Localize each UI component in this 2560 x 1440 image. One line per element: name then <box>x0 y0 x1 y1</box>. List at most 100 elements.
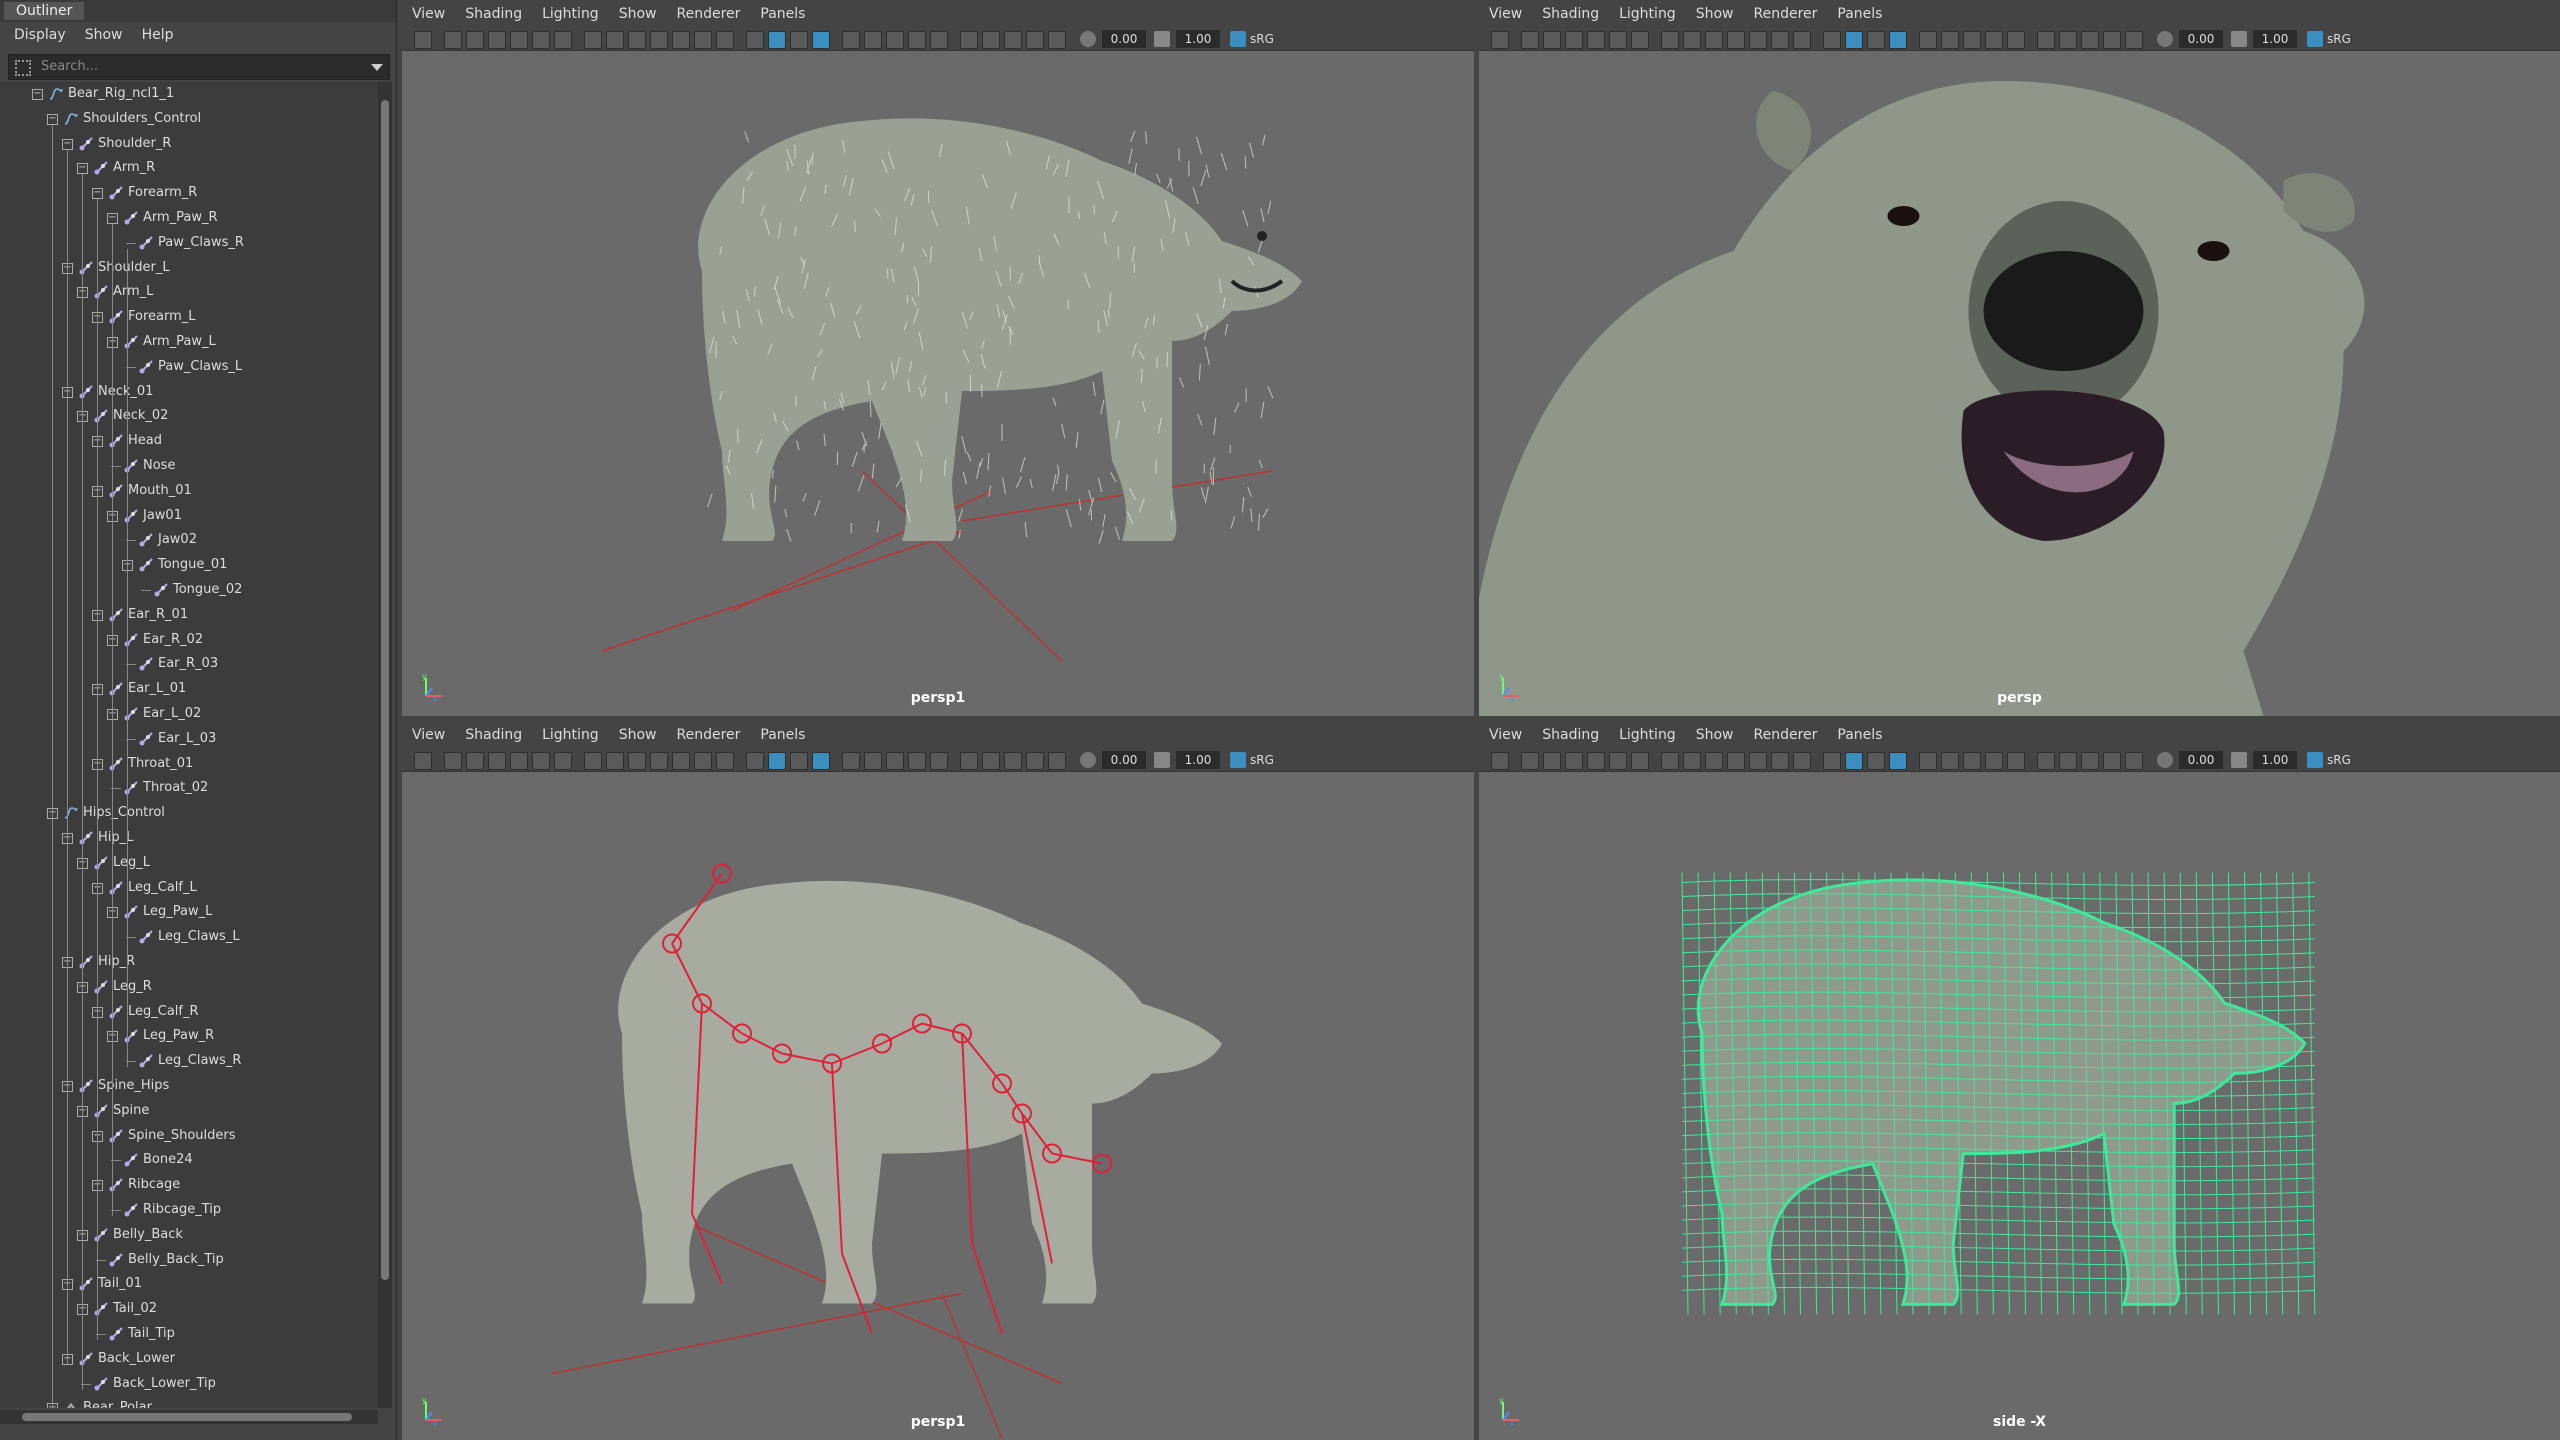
grease-pencil-icon[interactable] <box>1631 31 1649 49</box>
outliner-row[interactable]: −Ear_L_01 <box>0 677 378 701</box>
viewport-top-right[interactable]: View Shading Lighting Show Renderer Panels 0.0… <box>1479 0 2560 716</box>
shadows-icon[interactable] <box>864 31 882 49</box>
grid-icon[interactable] <box>584 31 602 49</box>
color-management-icon[interactable] <box>1230 31 1246 47</box>
grid-icon[interactable] <box>584 752 602 770</box>
exposure-field[interactable]: 0.00 <box>1102 30 1146 48</box>
collapse-toggle-icon[interactable]: − <box>32 89 43 100</box>
select-camera-icon[interactable] <box>414 752 432 770</box>
lights-icon[interactable] <box>1919 31 1937 49</box>
outliner-row[interactable]: Leg_Claws_L <box>0 925 378 949</box>
outliner-row[interactable]: −Neck_02 <box>0 404 378 428</box>
outliner-row[interactable]: −Shoulder_L <box>0 256 378 280</box>
gamma-field[interactable]: 1.00 <box>2253 30 2297 48</box>
outliner-row[interactable]: −Belly_Back <box>0 1223 378 1247</box>
outliner-row[interactable]: −Hip_R <box>0 950 378 974</box>
exposure-icon[interactable] <box>1080 752 1096 768</box>
xray-active-icon[interactable] <box>1026 31 1044 49</box>
xray-icon[interactable] <box>982 31 1000 49</box>
color-management-icon[interactable] <box>2307 752 2323 768</box>
outliner-row[interactable]: Ear_R_03 <box>0 652 378 676</box>
ambient-occlusion-icon[interactable] <box>886 752 904 770</box>
two-d-pan-icon[interactable] <box>532 752 550 770</box>
collapse-toggle-icon[interactable]: − <box>77 163 88 174</box>
viewport-menu-view[interactable]: View <box>412 721 445 749</box>
select-camera-icon[interactable] <box>1491 31 1509 49</box>
xray-icon[interactable] <box>2059 31 2077 49</box>
two-d-pan-icon[interactable] <box>1609 752 1627 770</box>
wireframe-icon[interactable] <box>1823 752 1841 770</box>
gate-mask-icon[interactable] <box>1727 752 1745 770</box>
viewport-canvas[interactable] <box>402 772 1474 1440</box>
grid-icon[interactable] <box>1661 31 1679 49</box>
collapse-toggle-icon[interactable]: − <box>47 114 58 125</box>
outliner-row[interactable]: −Spine_Shoulders <box>0 1124 378 1148</box>
outliner-row[interactable]: −Leg_Calf_R <box>0 1000 378 1024</box>
lights-icon[interactable] <box>1919 752 1937 770</box>
color-space-label[interactable]: sRG <box>1250 30 1274 48</box>
grid-icon[interactable] <box>1661 752 1679 770</box>
xray-joints-icon[interactable] <box>1004 752 1022 770</box>
exposure-field[interactable]: 0.00 <box>1102 751 1146 769</box>
outliner-row[interactable]: −Leg_Calf_L <box>0 876 378 900</box>
xray-active-icon[interactable] <box>1026 752 1044 770</box>
field-chart-icon[interactable] <box>672 752 690 770</box>
viewport-canvas[interactable] <box>402 51 1474 716</box>
viewport-top-left[interactable]: View Shading Lighting Show Renderer Panels 0.0… <box>402 0 1474 716</box>
viewport-canvas[interactable] <box>1479 51 2560 716</box>
outliner-row[interactable]: −Forearm_L <box>0 305 378 329</box>
safe-title-icon[interactable] <box>1793 752 1811 770</box>
viewport-menu-lighting[interactable]: Lighting <box>1619 721 1676 749</box>
camera-attributes-icon[interactable] <box>1543 31 1561 49</box>
viewport-menu-shading[interactable]: Shading <box>1542 721 1599 749</box>
xray-active-icon[interactable] <box>2103 752 2121 770</box>
outliner-row[interactable]: − Shoulder_R <box>0 132 378 156</box>
lights-icon[interactable] <box>842 31 860 49</box>
shadows-icon[interactable] <box>864 752 882 770</box>
outliner-row[interactable]: Ear_L_03 <box>0 727 378 751</box>
motion-blur-icon[interactable] <box>1985 752 2003 770</box>
gamma-field[interactable]: 1.00 <box>1176 30 1220 48</box>
film-gate-icon[interactable] <box>1683 31 1701 49</box>
field-chart-icon[interactable] <box>672 31 690 49</box>
outliner-row[interactable]: Back_Lower_Tip <box>0 1372 378 1396</box>
antialias-icon[interactable] <box>2007 752 2025 770</box>
viewport-menu-renderer[interactable]: Renderer <box>1753 721 1817 749</box>
antialias-icon[interactable] <box>930 752 948 770</box>
xray-icon[interactable] <box>2059 752 2077 770</box>
wireframe-icon[interactable] <box>746 31 764 49</box>
shadows-icon[interactable] <box>1941 31 1959 49</box>
bookmark-icon[interactable] <box>488 31 506 49</box>
bookmark-icon[interactable] <box>488 752 506 770</box>
motion-blur-icon[interactable] <box>1985 31 2003 49</box>
camera-attributes-icon[interactable] <box>466 752 484 770</box>
isolate-icon[interactable] <box>960 31 978 49</box>
xray-icon[interactable] <box>982 752 1000 770</box>
safe-title-icon[interactable] <box>716 31 734 49</box>
shadows-icon[interactable] <box>1941 752 1959 770</box>
viewport-menu-view[interactable]: View <box>1489 0 1522 28</box>
outliner-row[interactable]: −Leg_L <box>0 851 378 875</box>
smooth-shade-icon[interactable] <box>768 31 786 49</box>
viewport-menu-show[interactable]: Show <box>619 0 657 28</box>
outliner-row[interactable]: −Spine <box>0 1099 378 1123</box>
viewport-menu-view[interactable]: View <box>412 0 445 28</box>
image-plane-icon[interactable] <box>1587 752 1605 770</box>
viewport-menu-panels[interactable]: Panels <box>1837 0 1882 28</box>
resolution-gate-icon[interactable] <box>1705 31 1723 49</box>
exposure-icon[interactable] <box>2157 31 2173 47</box>
outliner-tab[interactable]: Outliner <box>4 2 84 20</box>
outliner-vertical-scrollbar[interactable] <box>378 82 392 1408</box>
outliner-row[interactable]: Tail_Tip <box>0 1322 378 1346</box>
grease-pencil-icon[interactable] <box>554 752 572 770</box>
wireframe-icon[interactable] <box>746 752 764 770</box>
viewport-menu-view[interactable]: View <box>1489 721 1522 749</box>
outliner-row[interactable]: −Ribcage <box>0 1173 378 1197</box>
outliner-row[interactable]: −Arm_Paw_L <box>0 330 378 354</box>
viewport-menu-panels[interactable]: Panels <box>760 721 805 749</box>
outliner-row[interactable]: − Arm_R <box>0 156 378 180</box>
exposure-field[interactable]: 0.00 <box>2179 751 2223 769</box>
gamma-field[interactable]: 1.00 <box>2253 751 2297 769</box>
field-chart-icon[interactable] <box>1749 31 1767 49</box>
select-camera-icon[interactable] <box>414 31 432 49</box>
